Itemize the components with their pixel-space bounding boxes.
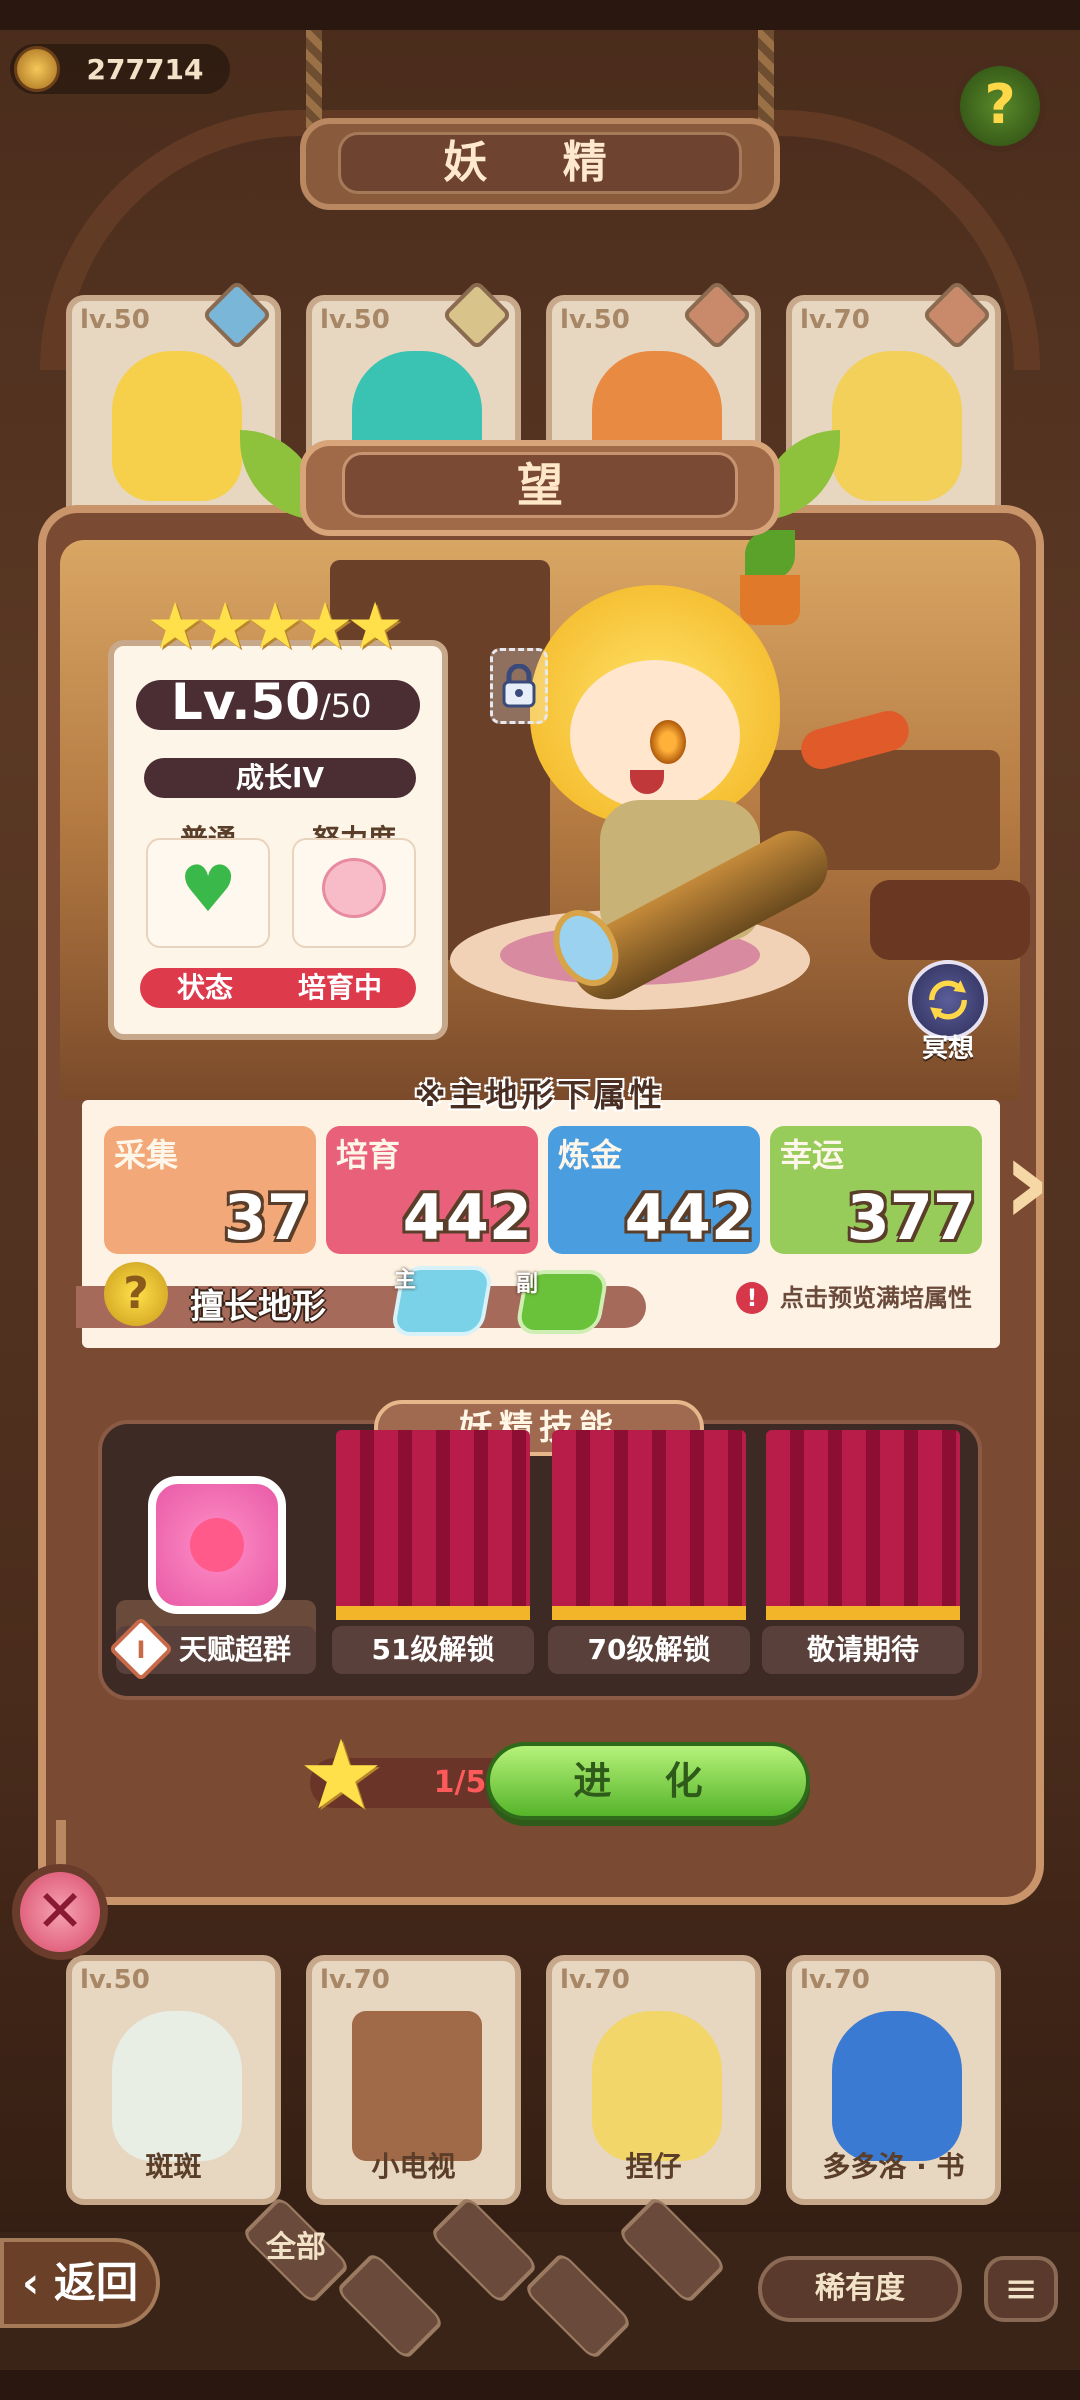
fairy-portrait [352, 2011, 482, 2161]
level-value: Lv.50 [171, 673, 320, 731]
status-value: 培育中 [297, 971, 382, 1004]
alert-icon: ! [736, 1282, 768, 1314]
card-level: lv.50 [560, 305, 630, 335]
card-level: lv.70 [560, 1965, 630, 1995]
attr-name: 炼金 [558, 1136, 623, 1174]
fairy-card[interactable]: lv.70 多多洛 · 书 [786, 1955, 1001, 2205]
terrain-question-icon: ? [104, 1262, 168, 1326]
skill-label: 51级解锁 [371, 1633, 495, 1666]
fairy-card[interactable]: lv.70 小电视 [306, 1955, 521, 2205]
fairy-name: 望 [517, 458, 563, 512]
question-mark-sprout-icon[interactable]: ? [954, 60, 1046, 152]
card-level: lv.50 [320, 305, 390, 335]
attr-value: 442 [402, 1181, 532, 1254]
preview-full-attributes-link[interactable]: 点击预览满培属性 [780, 1280, 1000, 1316]
card-level: lv.50 [80, 305, 150, 335]
effort-face-icon [322, 858, 386, 918]
attributes-title: ※主地形下属性 [414, 1076, 666, 1114]
fairy-portrait [832, 2011, 962, 2161]
coin-value: 277714 [86, 53, 204, 86]
fairy-card[interactable]: lv.50 斑斑 [66, 1955, 281, 2205]
plant-leaf [745, 530, 795, 580]
fairy-portrait [112, 2011, 242, 2161]
fairy-portrait [112, 351, 242, 501]
card-level: lv.70 [320, 1965, 390, 1995]
card-level: lv.70 [800, 1965, 870, 1995]
lock-icon [502, 664, 536, 708]
locked-skill-curtain[interactable] [766, 1430, 960, 1620]
filter-all-label[interactable]: 全部 [226, 2226, 366, 2270]
terrain-sub-tag: 副 [516, 1272, 539, 1297]
bottom-strip [0, 2370, 1080, 2400]
attr-value: 37 [223, 1181, 310, 1254]
scene-stool [870, 880, 1030, 960]
terrain-label: 擅长地形 [190, 1287, 326, 1327]
octopus-icon [190, 1518, 244, 1572]
card-name: 多多洛 · 书 [822, 2150, 965, 2183]
refresh-icon [929, 980, 967, 1020]
plant-pot [740, 575, 800, 625]
star-icon: ★ [346, 590, 404, 664]
rarity-label[interactable]: 稀有度 [758, 2256, 962, 2322]
card-name: 捏仔 [625, 2150, 682, 2183]
star-icon: ★ [297, 1719, 385, 1831]
status-label: 状态 [176, 971, 233, 1004]
skill-label: 敬请期待 [806, 1633, 919, 1666]
fairy-eye [650, 720, 686, 764]
attr-alchemy: 炼金 442 [548, 1126, 760, 1254]
back-label[interactable]: ‹ 返回 [0, 2238, 160, 2328]
attr-name: 采集 [114, 1136, 179, 1174]
attr-luck: 幸运 377 [770, 1126, 982, 1254]
card-name: 小电视 [371, 2150, 456, 2183]
evolve-button-label[interactable]: 进 化 [486, 1742, 810, 1820]
attr-gather: 采集 37 [104, 1126, 316, 1254]
terrain-main-tag: 主 [394, 1268, 417, 1293]
attr-value: 377 [846, 1181, 976, 1254]
fairy-card[interactable]: lv.70 捏仔 [546, 1955, 761, 2205]
attr-name: 幸运 [780, 1136, 845, 1174]
card-level: lv.70 [800, 305, 870, 335]
sort-order-icon[interactable]: ≡ [984, 2256, 1058, 2322]
card-name: 斑斑 [145, 2150, 202, 2183]
growth-stage: 成长IV [235, 761, 325, 794]
attr-value: 442 [624, 1181, 754, 1254]
close-icon[interactable]: ✕ [12, 1864, 108, 1960]
meditate-label: 冥想 [921, 1034, 974, 1064]
top-strip [0, 0, 1080, 30]
coin-icon [14, 46, 60, 92]
level-max: /50 [320, 687, 372, 725]
chevron-right-icon[interactable]: › [1002, 1123, 1072, 1243]
skill-label: 天赋超群 [178, 1633, 291, 1666]
skill-label: 70级解锁 [587, 1633, 711, 1666]
attr-name: 培育 [336, 1136, 401, 1174]
info-icon[interactable]: I [120, 1630, 162, 1670]
fairy-portrait [592, 2011, 722, 2161]
heart-icon: ♥ [179, 853, 237, 927]
page-title: 妖 精 [443, 137, 637, 188]
locked-skill-curtain[interactable] [552, 1430, 746, 1620]
back-text: 返回 [53, 2258, 138, 2307]
fairy-portrait [832, 351, 962, 501]
locked-skill-curtain[interactable] [336, 1430, 530, 1620]
attr-nurture: 培育 442 [326, 1126, 538, 1254]
card-level: lv.50 [80, 1965, 150, 1995]
